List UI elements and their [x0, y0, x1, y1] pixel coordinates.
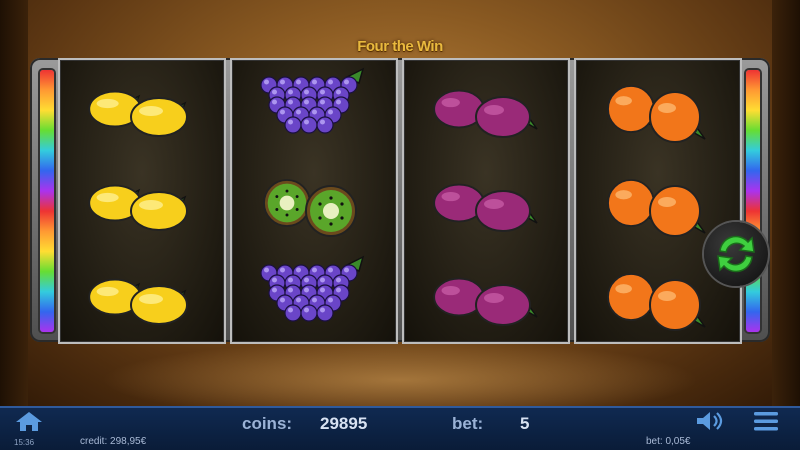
plum-symbol	[411, 255, 561, 335]
grapes-symbol	[239, 67, 389, 147]
hamburger-menu-icon[interactable]	[752, 410, 780, 432]
home-icon[interactable]	[14, 410, 44, 432]
background-left-edge	[0, 0, 28, 406]
lemon-symbol	[67, 67, 217, 147]
reel-3	[402, 58, 570, 344]
clock: 15:36	[14, 438, 35, 447]
reel-2	[230, 58, 398, 344]
reel-4	[574, 58, 742, 344]
bet-value[interactable]: 5	[520, 414, 529, 434]
credit-display: credit: 298,95€	[80, 436, 147, 447]
spin-button[interactable]	[704, 222, 768, 286]
game-title: Four the Win	[357, 38, 443, 55]
payline-indicator-right	[746, 70, 760, 332]
kiwi-symbol	[239, 161, 389, 241]
status-bar-divider	[0, 406, 800, 408]
payline-indicator-left	[40, 70, 54, 332]
reels	[58, 58, 742, 344]
lemon-symbol	[67, 255, 217, 335]
bet-euro-display: bet: 0,05€	[646, 436, 691, 447]
background-right-edge	[772, 0, 800, 406]
coins-value: 29895	[320, 414, 368, 433]
plum-symbol	[411, 161, 561, 241]
orange-symbol	[583, 67, 733, 147]
lemon-symbol	[67, 161, 217, 241]
bet-label: bet:	[452, 414, 484, 433]
reel-1	[58, 58, 226, 344]
speaker-icon[interactable]	[694, 410, 726, 432]
coins-label: coins:	[242, 414, 293, 433]
plum-symbol	[411, 67, 561, 147]
grapes-symbol	[239, 255, 389, 335]
spin-arrows-icon	[717, 235, 755, 273]
